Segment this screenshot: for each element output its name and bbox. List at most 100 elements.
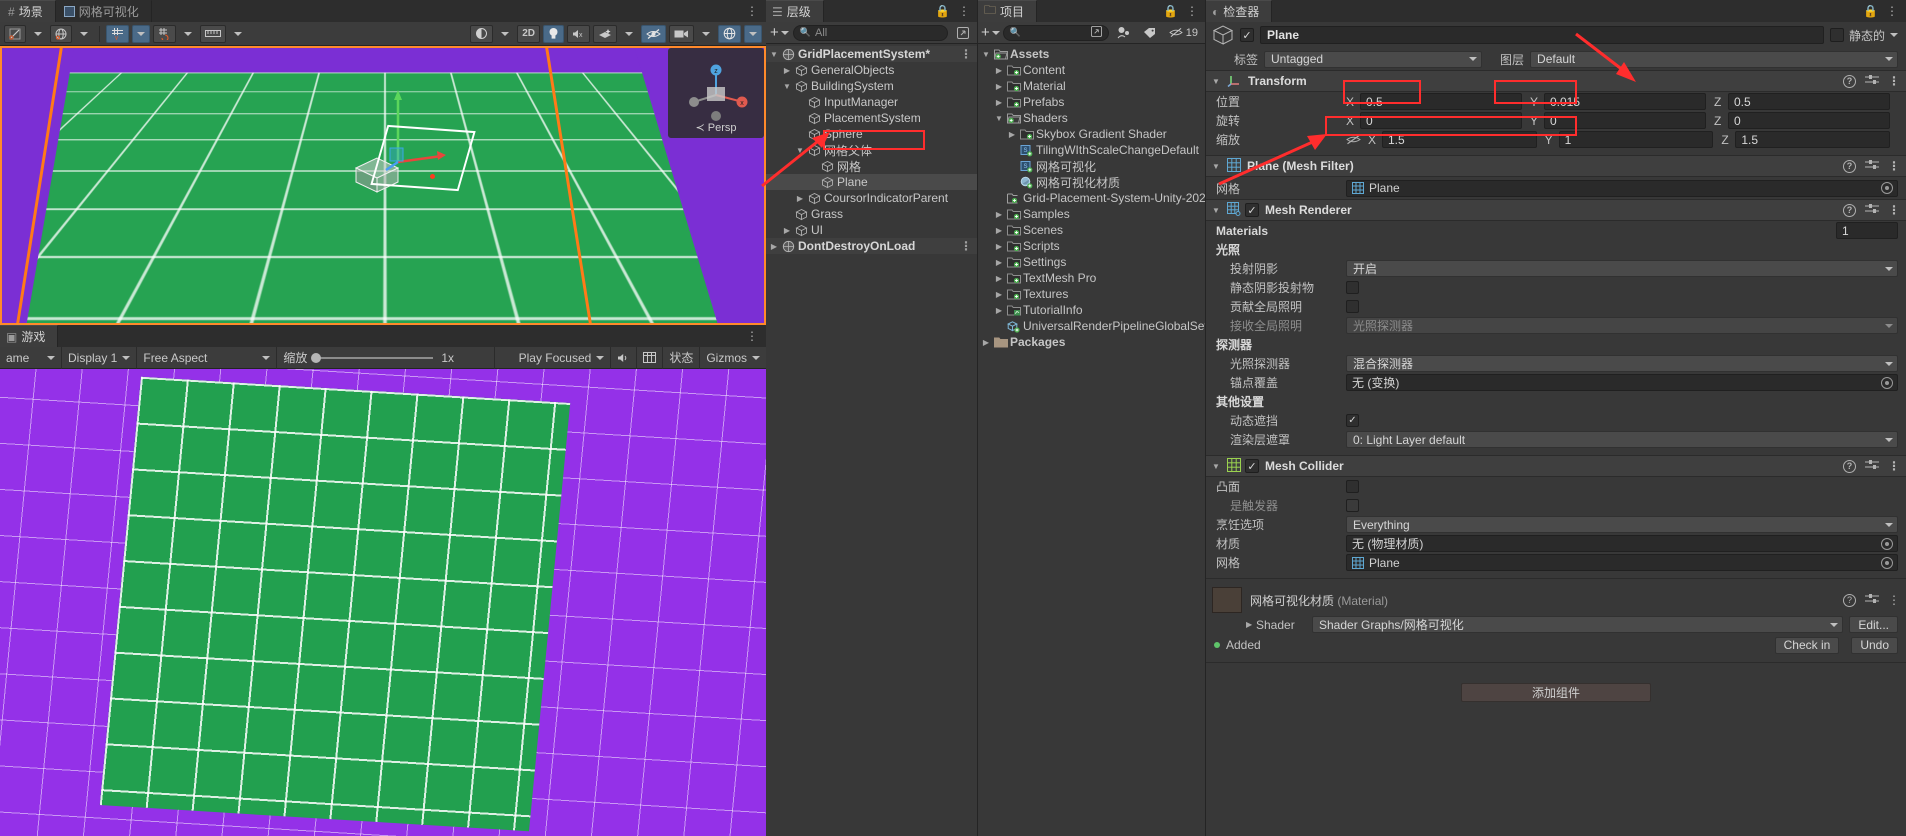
static-toggle-group[interactable]: 静态的 [1829, 27, 1898, 44]
handle-space-dropdown[interactable] [75, 25, 93, 43]
scene-visibility-toggle[interactable] [641, 24, 666, 43]
project-item-7[interactable]: S 网格可视化 [978, 158, 1206, 174]
scene-camera-button[interactable] [669, 24, 694, 43]
zoom-slider-track[interactable] [311, 352, 434, 363]
mesh-collider-component-header[interactable]: ▼ ✓ Mesh Collider ? ⋮ [1206, 455, 1906, 477]
project-search-by-label-button[interactable] [1138, 24, 1161, 42]
project-item-9[interactable]: Grid-Placement-System-Unity-2022-ma [978, 190, 1206, 206]
lock-icon[interactable]: 🔒 [1863, 4, 1878, 18]
chevron-right-icon[interactable]: ▶ [994, 226, 1004, 235]
chevron-down-icon[interactable]: ▼ [994, 114, 1004, 123]
help-icon[interactable]: ? [1843, 203, 1856, 217]
project-item-1[interactable]: ▶ Content [978, 62, 1206, 78]
tag-dropdown[interactable]: Untagged [1264, 50, 1483, 68]
collider-mesh-field[interactable]: Plane [1346, 554, 1898, 571]
help-icon[interactable]: ? [1843, 159, 1856, 173]
cast-shadows-dropdown[interactable]: 开启 [1346, 260, 1898, 277]
position-y-field[interactable]: 0.015 [1544, 93, 1706, 110]
grid-snapping-dropdown[interactable] [132, 24, 150, 43]
chevron-down-icon[interactable]: ▼ [1212, 77, 1221, 86]
chevron-down-icon[interactable]: ▼ [1212, 462, 1221, 471]
kebab-menu-icon[interactable]: ⋮ [1186, 4, 1198, 18]
project-create-button[interactable]: + [981, 25, 1000, 40]
hierarchy-item-5[interactable]: Sphere [766, 126, 978, 142]
project-item-18[interactable]: ▶ Packages [978, 334, 1206, 350]
chevron-down-icon[interactable]: ▼ [1212, 162, 1221, 171]
kebab-menu-icon[interactable]: ⋮ [1888, 203, 1900, 217]
scene-viewport[interactable]: z x ≺ Persp [0, 46, 766, 325]
scene-lighting-toggle[interactable] [543, 24, 564, 43]
mesh-filter-mesh-field[interactable]: Plane [1346, 179, 1898, 197]
game-display-select[interactable]: Display 1 [62, 346, 138, 369]
preset-icon[interactable] [1865, 203, 1879, 218]
cooking-options-dropdown[interactable]: Everything [1346, 516, 1898, 533]
scene-gizmos-dropdown[interactable] [744, 24, 762, 43]
ruler-button[interactable] [200, 24, 226, 43]
object-picker-icon[interactable] [1881, 376, 1893, 389]
kebab-menu-icon[interactable]: ⋮ [960, 239, 978, 253]
hierarchy-item-4[interactable]: PlacementSystem [766, 110, 978, 126]
project-search-by-type-button[interactable] [1112, 24, 1135, 42]
rotation-z-field[interactable]: 0 [1728, 112, 1890, 129]
chevron-right-icon[interactable]: ▶ [981, 338, 991, 347]
chevron-right-icon[interactable]: ▶ [782, 226, 792, 235]
game-stats-toggle-icon[interactable] [637, 346, 664, 369]
chevron-down-icon[interactable]: ▼ [769, 50, 779, 59]
chevron-right-icon[interactable]: ▶ [994, 82, 1004, 91]
hierarchy-item-0[interactable]: ▼ GridPlacementSystem* ⋮ [766, 46, 978, 62]
tab-shader-graph[interactable]: 网格可视化 [55, 0, 152, 22]
project-item-2[interactable]: ▶ Material [978, 78, 1206, 94]
chevron-down-icon[interactable]: ▼ [782, 82, 792, 91]
game-aspect-left[interactable]: ame [0, 346, 62, 369]
draw-mode-button[interactable] [470, 24, 494, 43]
hierarchy-item-12[interactable]: ▶ DontDestroyOnLoad ⋮ [766, 238, 978, 254]
game-aspect-select[interactable]: Free Aspect [137, 346, 278, 369]
hierarchy-item-7[interactable]: 网格 [766, 158, 978, 174]
undo-button[interactable]: Undo [1851, 636, 1898, 654]
chevron-right-icon[interactable]: ▶ [994, 306, 1004, 315]
static-checkbox[interactable] [1829, 28, 1844, 42]
scene-fx-dropdown[interactable] [620, 25, 638, 43]
project-item-15[interactable]: ▶ Textures [978, 286, 1206, 302]
scene-audio-toggle[interactable]: x [567, 24, 590, 43]
add-component-button[interactable]: 添加组件 [1461, 683, 1651, 702]
scene-gizmos-toggle[interactable] [718, 24, 741, 43]
ruler-dropdown[interactable] [229, 25, 247, 43]
game-gizmos-button[interactable]: Gizmos [700, 347, 766, 369]
chevron-right-icon[interactable]: ▶ [994, 210, 1004, 219]
hierarchy-create-button[interactable]: + [770, 25, 789, 40]
project-item-17[interactable]: UniversalRenderPipelineGlobalSettings [978, 318, 1206, 334]
scale-x-field[interactable]: 1.5 [1382, 131, 1537, 148]
mesh-renderer-component-header[interactable]: ▼ ✓ Mesh Renderer ? ⋮ [1206, 199, 1906, 221]
project-item-3[interactable]: ▶ Prefabs [978, 94, 1206, 110]
scene-camera-dropdown[interactable] [697, 25, 715, 43]
collider-material-field[interactable]: 无 (物理材质) [1346, 535, 1898, 552]
light-probes-dropdown[interactable]: 混合探测器 [1346, 355, 1898, 372]
lighting-group-label[interactable]: 光照 [1206, 240, 1906, 259]
mesh-collider-enabled-checkbox[interactable]: ✓ [1245, 459, 1259, 473]
static-shadow-caster-checkbox[interactable] [1346, 281, 1359, 294]
tab-project[interactable]: 🗀 项目 [978, 0, 1038, 22]
kebab-menu-icon[interactable]: ⋮ [1886, 4, 1898, 18]
rotation-x-field[interactable]: 0 [1360, 112, 1522, 129]
check-in-button[interactable]: Check in [1774, 636, 1840, 654]
project-item-14[interactable]: ▶ TextMesh Pro [978, 270, 1206, 286]
chevron-right-icon[interactable]: ▶ [782, 66, 792, 75]
mesh-renderer-enabled-checkbox[interactable]: ✓ [1245, 203, 1259, 217]
project-search-input[interactable]: 🔍 [1002, 24, 1109, 41]
shader-edit-button[interactable]: Edit... [1849, 616, 1898, 633]
chevron-down-icon[interactable]: ▼ [981, 50, 991, 59]
object-picker-icon[interactable] [1881, 537, 1893, 550]
chevron-right-icon[interactable]: ▶ [769, 242, 779, 251]
hierarchy-search-input[interactable]: 🔍 All [792, 24, 948, 41]
scale-lock-icon[interactable] [1346, 134, 1368, 145]
help-icon[interactable]: ? [1843, 74, 1856, 88]
chevron-right-icon[interactable]: ▶ [994, 98, 1004, 107]
project-item-6[interactable]: S TilingWIthScaleChangeDefault [978, 142, 1206, 158]
game-viewport[interactable] [0, 369, 766, 836]
tab-scene[interactable]: # 场景 [0, 0, 56, 22]
kebab-menu-icon[interactable]: ⋮ [958, 4, 970, 18]
chevron-right-icon[interactable]: ▶ [994, 242, 1004, 251]
pivot-mode-button[interactable] [4, 24, 26, 43]
game-play-mode-select[interactable]: Play Focused [513, 346, 612, 369]
